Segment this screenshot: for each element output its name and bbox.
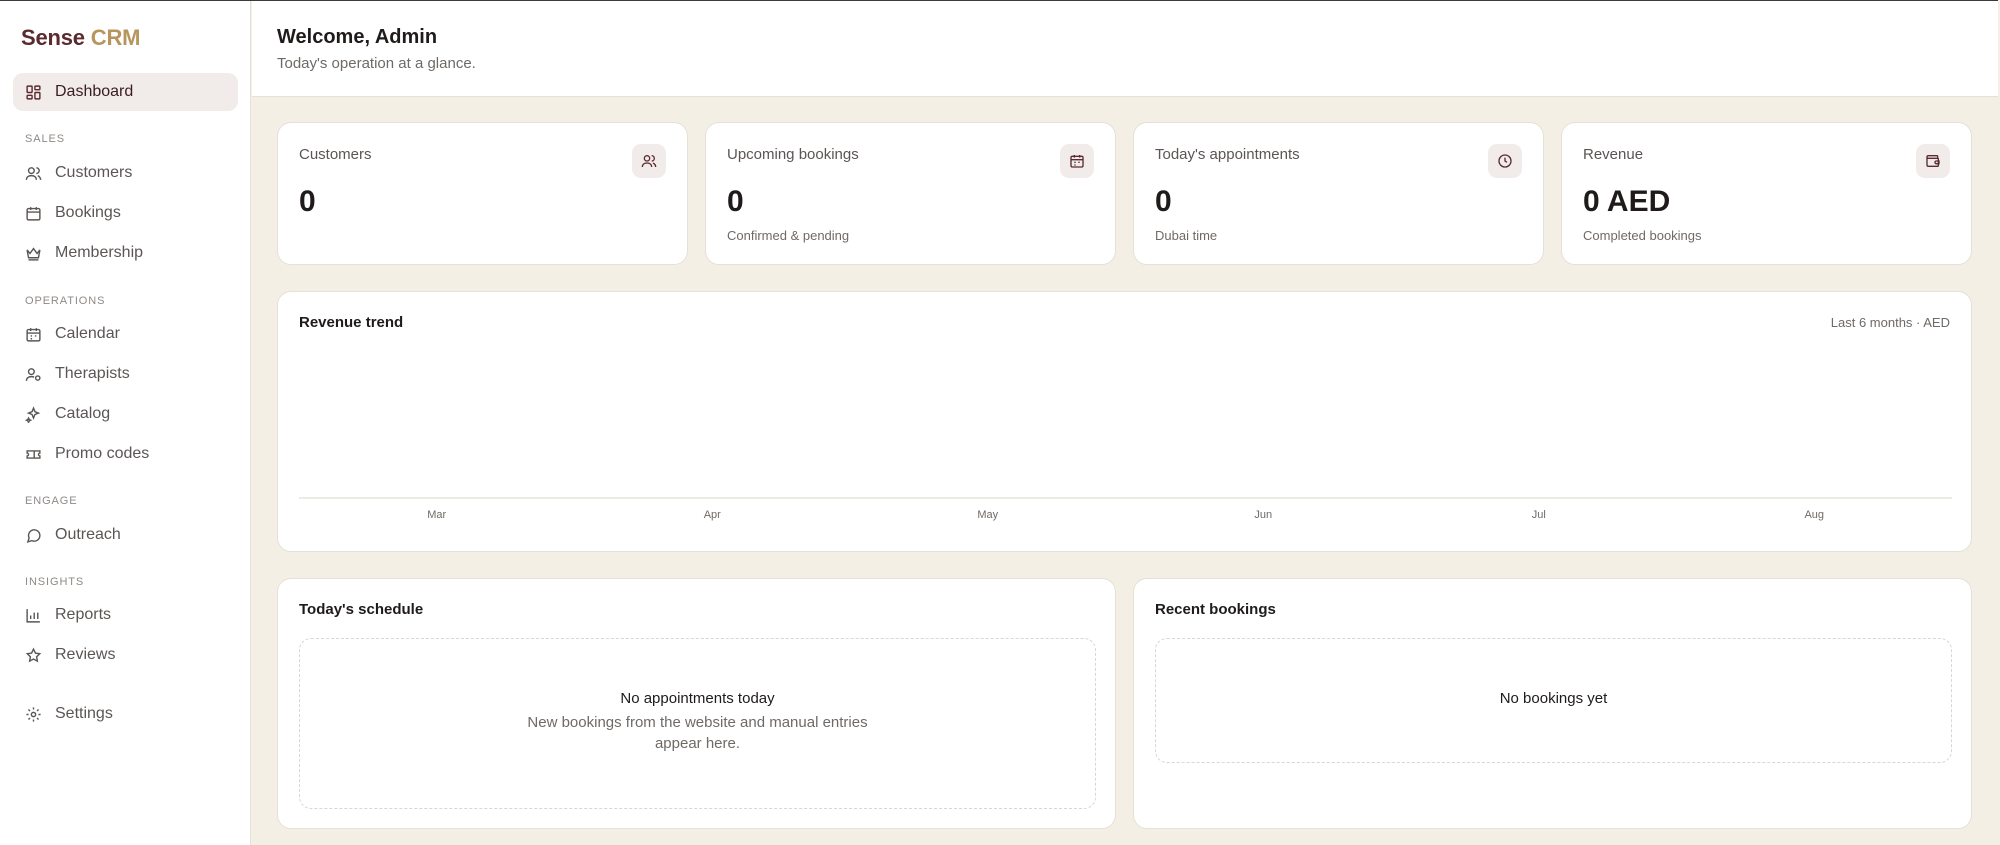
x-tick-label: Mar bbox=[427, 509, 446, 521]
stat-card-customers: Customers 0 bbox=[277, 122, 688, 265]
sidebar-item-bookings[interactable]: Bookings bbox=[13, 194, 238, 232]
sidebar-item-label: Promo codes bbox=[55, 445, 150, 462]
stat-label: Upcoming bookings bbox=[727, 146, 859, 163]
nav-section-insights: INSIGHTS bbox=[25, 576, 85, 588]
stat-value: 0 bbox=[727, 185, 744, 218]
revenue-chart: Mar Apr May Jun Jul Aug bbox=[299, 497, 1952, 521]
calendar-icon bbox=[1060, 144, 1094, 178]
bar-chart-icon bbox=[26, 608, 40, 623]
sidebar-item-settings[interactable]: Settings bbox=[13, 695, 238, 733]
schedule-empty-state: No appointments today New bookings from … bbox=[299, 638, 1096, 809]
message-circle-icon bbox=[26, 528, 41, 543]
nav-section-operations: OPERATIONS bbox=[25, 295, 106, 307]
clock-icon bbox=[1488, 144, 1522, 178]
page-header: Welcome, Admin Today's operation at a gl… bbox=[252, 1, 1998, 97]
schedule-title: Today's schedule bbox=[299, 601, 424, 618]
sidebar-item-label: Outreach bbox=[55, 526, 121, 543]
sidebar-item-calendar[interactable]: Calendar bbox=[13, 315, 238, 353]
wallet-icon bbox=[1916, 144, 1950, 178]
sidebar-item-customers[interactable]: Customers bbox=[13, 154, 238, 192]
sidebar-item-label: Settings bbox=[55, 705, 113, 722]
user-cog-icon bbox=[25, 367, 41, 381]
recent-bookings-title: Recent bookings bbox=[1155, 601, 1276, 618]
sidebar: Sense CRM Dashboard SALES Customers Book… bbox=[0, 1, 251, 845]
brand-logo[interactable]: Sense CRM bbox=[21, 25, 140, 51]
x-tick-label: May bbox=[977, 509, 998, 521]
sidebar-item-label: Reports bbox=[55, 606, 112, 623]
stat-label: Today's appointments bbox=[1155, 146, 1300, 163]
gear-icon bbox=[26, 706, 41, 722]
sidebar-item-label: Customers bbox=[55, 164, 133, 181]
recent-bookings-empty-state: No bookings yet bbox=[1155, 638, 1952, 763]
sidebar-item-dashboard[interactable]: Dashboard bbox=[13, 73, 238, 111]
sidebar-item-outreach[interactable]: Outreach bbox=[13, 516, 238, 554]
x-tick-label: Aug bbox=[1804, 509, 1824, 521]
empty-state-text-line1: New bookings from the website and manual… bbox=[527, 714, 868, 731]
empty-state-title: No bookings yet bbox=[1499, 690, 1608, 707]
empty-state-text-line2: appear here. bbox=[654, 735, 741, 752]
page-title: Welcome, Admin bbox=[277, 26, 438, 48]
todays-schedule-card: Today's schedule No appointments today N… bbox=[277, 578, 1116, 829]
crown-icon bbox=[26, 246, 41, 261]
ticket-icon bbox=[26, 449, 41, 459]
sidebar-item-label: Therapists bbox=[55, 365, 130, 382]
stat-value: 0 bbox=[1155, 185, 1172, 218]
sidebar-item-label: Membership bbox=[55, 244, 144, 261]
calendar-icon bbox=[26, 327, 41, 342]
sparkles-icon bbox=[25, 405, 41, 423]
sidebar-item-catalog[interactable]: Catalog bbox=[13, 395, 238, 433]
sidebar-item-label: Bookings bbox=[55, 204, 121, 221]
sidebar-item-label: Catalog bbox=[55, 405, 111, 422]
calendar-icon bbox=[26, 206, 41, 221]
sidebar-item-label: Reviews bbox=[55, 646, 116, 663]
nav-section-engage: ENGAGE bbox=[25, 495, 78, 507]
sidebar-item-label: Dashboard bbox=[55, 83, 134, 100]
x-tick-label: Jun bbox=[1254, 509, 1272, 521]
page-subtitle: Today's operation at a glance. bbox=[277, 55, 476, 72]
x-tick-label: Jul bbox=[1532, 509, 1546, 521]
brand-name: Sense bbox=[21, 25, 85, 50]
revenue-trend-card: Revenue trend Last 6 months · AED Mar Apr… bbox=[277, 291, 1972, 552]
stat-card-upcoming-bookings: Upcoming bookings 0 Confirmed & pending bbox=[705, 122, 1116, 265]
sidebar-item-reviews[interactable]: Reviews bbox=[13, 636, 238, 674]
stat-card-revenue: Revenue 0 AED Completed bookings bbox=[1561, 122, 1972, 265]
stat-subtext: Dubai time bbox=[1155, 228, 1218, 243]
nav-section-sales: SALES bbox=[25, 133, 65, 145]
users-icon bbox=[632, 144, 666, 178]
stat-label: Revenue bbox=[1583, 146, 1644, 163]
x-tick-label: Apr bbox=[704, 509, 721, 521]
chart-period: Last 6 months · AED bbox=[1830, 315, 1950, 330]
users-icon bbox=[25, 166, 42, 180]
chart-title: Revenue trend bbox=[299, 314, 404, 331]
stat-subtext: Confirmed & pending bbox=[727, 228, 850, 243]
stat-value: 0 bbox=[299, 185, 316, 218]
star-icon bbox=[25, 646, 42, 662]
dashboard-icon bbox=[26, 84, 41, 100]
sidebar-item-therapists[interactable]: Therapists bbox=[13, 355, 238, 393]
recent-bookings-card: Recent bookings No bookings yet bbox=[1133, 578, 1972, 829]
stat-card-todays-appointments: Today's appointments 0 Dubai time bbox=[1133, 122, 1544, 265]
sidebar-item-promo-codes[interactable]: Promo codes bbox=[13, 435, 238, 473]
sidebar-item-label: Calendar bbox=[55, 325, 120, 342]
sidebar-item-reports[interactable]: Reports bbox=[13, 596, 238, 634]
stat-value: 0 AED bbox=[1583, 185, 1671, 218]
brand-suffix: CRM bbox=[90, 25, 141, 50]
sidebar-item-membership[interactable]: Membership bbox=[13, 234, 238, 272]
stat-label: Customers bbox=[299, 146, 372, 163]
stat-subtext: Completed bookings bbox=[1583, 228, 1702, 243]
empty-state-title: No appointments today bbox=[620, 690, 775, 707]
